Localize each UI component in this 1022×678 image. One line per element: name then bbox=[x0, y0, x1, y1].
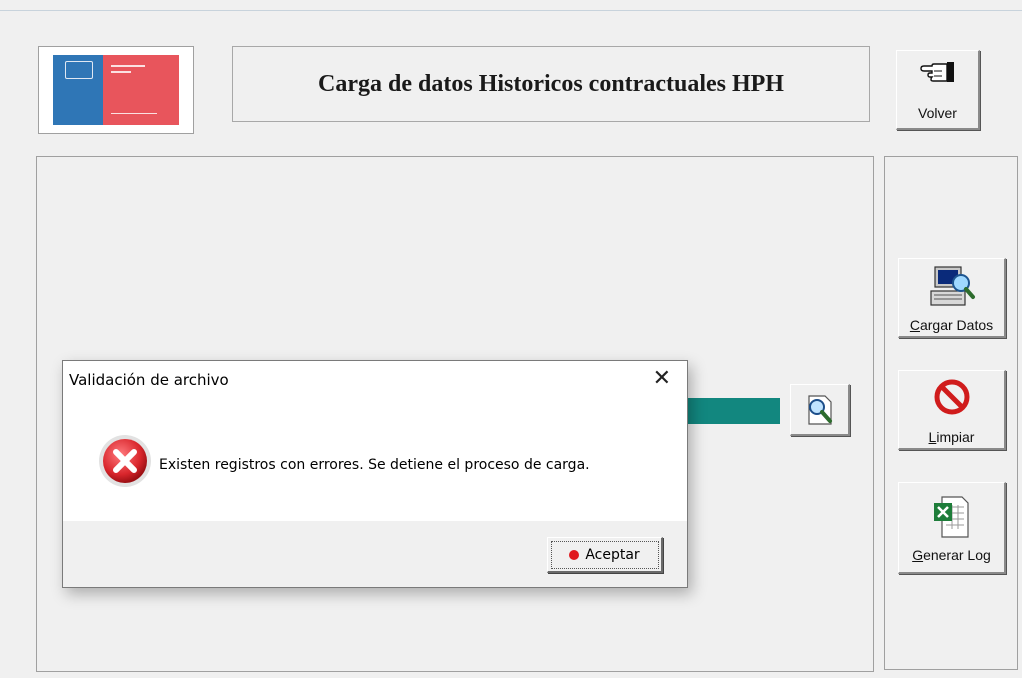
page-title-text: Carga de datos Historicos contractuales … bbox=[318, 70, 784, 97]
progress-bar bbox=[686, 398, 780, 424]
computer-magnifier-icon bbox=[927, 263, 977, 316]
window-top-border bbox=[0, 10, 1022, 11]
dialog-body: Existen registros con errores. Se detien… bbox=[63, 401, 687, 521]
validation-dialog: Validación de archivo ✕ Existen registro… bbox=[62, 360, 688, 588]
logo-blue-block bbox=[53, 55, 103, 125]
coat-of-arms-icon bbox=[65, 61, 93, 79]
volver-label: Volver bbox=[918, 105, 957, 121]
no-entry-icon bbox=[932, 377, 972, 420]
dialog-title: Validación de archivo bbox=[69, 371, 229, 389]
close-icon[interactable]: ✕ bbox=[653, 367, 671, 391]
pointing-hand-icon bbox=[919, 59, 956, 88]
browse-file-button[interactable] bbox=[790, 384, 850, 436]
error-x-icon bbox=[97, 433, 153, 494]
logo-red-block bbox=[103, 55, 179, 125]
excel-document-icon bbox=[932, 495, 972, 542]
document-magnifier-icon bbox=[803, 393, 837, 432]
dialog-title-bar[interactable]: Validación de archivo ✕ bbox=[63, 361, 687, 401]
volver-button[interactable]: Volver bbox=[896, 50, 980, 130]
page-title: Carga de datos Historicos contractuales … bbox=[232, 46, 870, 122]
cargar-datos-label: Cargar Datos bbox=[909, 317, 994, 333]
red-dot-icon bbox=[569, 549, 580, 560]
aceptar-button[interactable]: Aceptar bbox=[547, 537, 663, 573]
aceptar-label: Aceptar bbox=[585, 546, 640, 563]
dialog-message: Existen registros con errores. Se detien… bbox=[159, 457, 590, 473]
ministry-logo bbox=[38, 46, 194, 134]
cargar-datos-button[interactable]: Cargar Datos bbox=[898, 258, 1006, 338]
limpiar-button[interactable]: Limpiar bbox=[898, 370, 1006, 450]
generar-log-label: Generar Log bbox=[912, 547, 991, 563]
limpiar-label: Limpiar bbox=[928, 429, 975, 445]
generar-log-button[interactable]: Generar Log bbox=[898, 482, 1006, 574]
